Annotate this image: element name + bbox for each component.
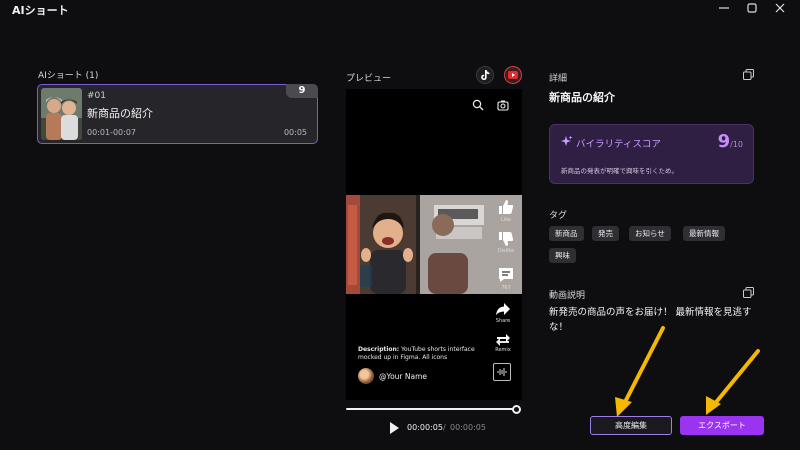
virality-score: 9/10 xyxy=(718,131,743,152)
tiktok-icon xyxy=(481,69,490,80)
channel-info[interactable]: @Your Name xyxy=(358,368,427,384)
app-title: AIショート xyxy=(12,4,69,17)
channel-name: @Your Name xyxy=(379,371,428,381)
minimize-icon xyxy=(719,7,729,9)
dislike-label: Dislike xyxy=(497,248,515,254)
timeline-track[interactable] xyxy=(346,408,517,410)
clip-time-range: 00:01-00:07 xyxy=(87,128,136,137)
tag-chip[interactable]: 新商品 xyxy=(549,226,584,241)
annotation-arrowhead xyxy=(615,397,632,417)
clip-number: #01 xyxy=(87,91,106,101)
video-description: Description: YouTube shorts interface mo… xyxy=(358,346,488,362)
preview-label: プレビュー xyxy=(346,74,392,84)
total-time: 00:00:05 xyxy=(450,423,486,432)
avatar xyxy=(358,368,374,384)
virality-score-card: バイラリティスコア 9/10 新商品の発表が明確で興味を引くため。 xyxy=(549,124,754,184)
tag-chip[interactable]: 最新情報 xyxy=(683,226,725,241)
annotation-arrowhead xyxy=(706,396,721,415)
description-label: Description: xyxy=(358,346,400,353)
close-icon xyxy=(775,3,785,13)
maximize-button[interactable] xyxy=(740,0,764,16)
video-frame: Like Dislike 767 xyxy=(346,195,522,294)
sparkle-icon xyxy=(561,135,573,146)
play-icon[interactable] xyxy=(389,422,399,434)
tags-label: タグ xyxy=(549,211,568,221)
comment-count: 767 xyxy=(501,285,511,291)
clips-panel-title: AIショート (1) xyxy=(38,71,99,81)
time-separator: / xyxy=(443,423,446,432)
current-time: 00:00:05 xyxy=(407,423,443,432)
tag-chip[interactable]: お知らせ xyxy=(629,226,671,241)
virality-score-value: 9 xyxy=(717,131,731,152)
maximize-icon xyxy=(747,3,757,13)
remix-icon[interactable] xyxy=(495,333,511,347)
share-icon[interactable] xyxy=(495,302,511,316)
share-label: Share xyxy=(495,318,511,324)
clip-score-badge: 9 xyxy=(286,84,318,98)
clip-duration: 00:05 xyxy=(283,128,307,137)
close-button[interactable] xyxy=(768,0,792,16)
title-bar: AIショート xyxy=(0,0,800,20)
video-description-text[interactable]: 新発売の商品の声をお届け！ 最新情報を見逃すな！ xyxy=(549,305,759,335)
short-video-preview[interactable]: Like Dislike 767 Share Remix Description… xyxy=(346,89,522,400)
minimize-button[interactable] xyxy=(712,0,736,16)
copy-icon[interactable] xyxy=(743,69,754,80)
advanced-edit-button[interactable]: 高度編集 xyxy=(590,416,672,435)
annotation-arrow xyxy=(621,326,665,408)
description-label: 動画説明 xyxy=(549,291,586,301)
like-label: Like xyxy=(501,217,511,223)
details-label: 詳細 xyxy=(549,74,568,84)
export-button[interactable]: エクスポート xyxy=(680,416,764,435)
dislike-icon[interactable] xyxy=(496,229,516,249)
waveform-icon xyxy=(497,368,507,376)
youtube-button[interactable] xyxy=(504,66,522,84)
tag-chip[interactable]: 発売 xyxy=(592,226,619,241)
youtube-icon xyxy=(508,71,518,79)
clip-thumbnail xyxy=(41,88,82,140)
clip-title: 新商品の紹介 xyxy=(87,107,153,120)
comment-icon[interactable] xyxy=(496,265,516,285)
remix-label: Remix xyxy=(495,347,511,353)
like-icon[interactable] xyxy=(496,197,516,217)
copy-description-icon[interactable] xyxy=(743,287,754,298)
clip-card[interactable]: #01 新商品の紹介 00:01-00:07 00:05 9 xyxy=(37,84,318,144)
search-icon[interactable] xyxy=(472,99,484,111)
audio-track-button[interactable] xyxy=(493,363,511,381)
virality-reason: 新商品の発表が明確で興味を引くため。 xyxy=(561,167,678,175)
virality-score-max: /10 xyxy=(730,140,743,149)
timeline-scrubber[interactable] xyxy=(512,405,521,414)
camera-icon[interactable] xyxy=(497,99,509,111)
tiktok-button[interactable] xyxy=(476,66,494,84)
tag-chip[interactable]: 興味 xyxy=(549,248,576,263)
clip-detail-title: 新商品の紹介 xyxy=(549,91,615,104)
virality-label: バイラリティスコア xyxy=(576,139,661,150)
annotation-arrow xyxy=(711,349,760,408)
